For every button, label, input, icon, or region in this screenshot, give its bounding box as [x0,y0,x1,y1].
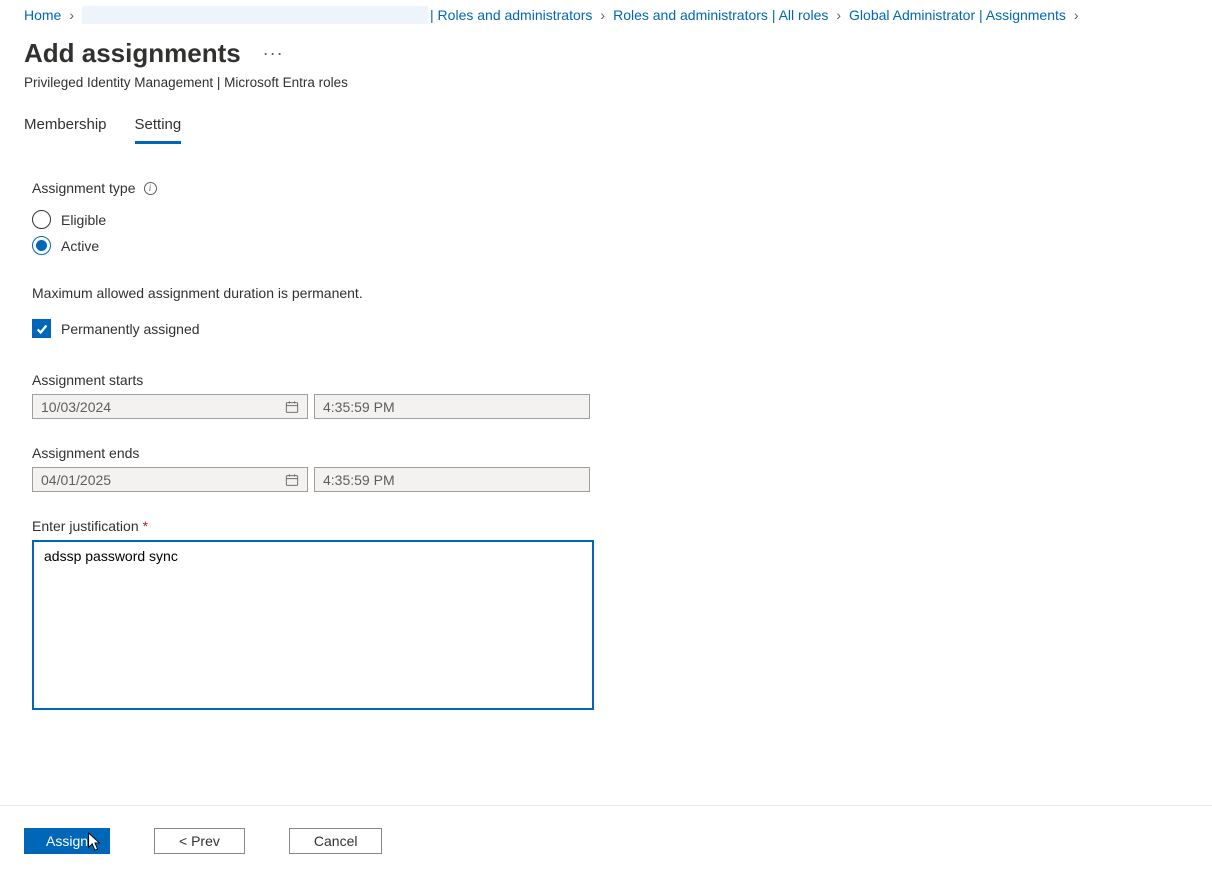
chevron-right-icon: › [836,7,841,23]
checkbox-icon [32,319,51,338]
assignment-starts-time-input[interactable]: 4:35:59 PM [314,394,590,419]
breadcrumb-global[interactable]: Global Administrator | Assignments [849,7,1066,23]
cancel-button[interactable]: Cancel [289,828,383,854]
page-subtitle: Privileged Identity Management | Microso… [0,75,1212,108]
assignment-ends-section: Assignment ends 04/01/2025 4:35:59 PM [32,445,1188,492]
radio-active-label: Active [61,238,99,254]
required-asterisk: * [143,518,148,534]
assignment-ends-time-value: 4:35:59 PM [323,472,395,488]
footer: Assign < Prev Cancel [0,805,1212,870]
justification-textarea[interactable] [32,540,594,710]
justification-label: Enter justification * [32,518,1188,534]
info-icon[interactable]: i [144,182,157,195]
assignment-type-label: Assignment type i [32,180,157,196]
assign-button[interactable]: Assign [24,828,110,854]
assignment-ends-date-input[interactable]: 04/01/2025 [32,467,308,492]
tabs: Membership Setting [0,108,1212,144]
justification-section: Enter justification * [32,518,1188,713]
assignment-starts-date-input[interactable]: 10/03/2024 [32,394,308,419]
radio-eligible[interactable]: Eligible [32,210,1188,229]
assignment-ends-label: Assignment ends [32,445,1188,461]
checkbox-permanent-label: Permanently assigned [61,321,200,337]
assignment-ends-date-value: 04/01/2025 [41,472,111,488]
page-title: Add assignments [24,38,241,69]
calendar-icon [285,473,299,487]
calendar-icon [285,400,299,414]
page-header: Add assignments ··· [0,26,1212,75]
radio-icon [32,236,51,255]
radio-active[interactable]: Active [32,236,1188,255]
radio-eligible-label: Eligible [61,212,106,228]
breadcrumb-roles1[interactable]: | Roles and administrators [430,7,592,23]
assignment-type-label-text: Assignment type [32,180,136,196]
justification-label-text: Enter justification [32,518,139,534]
form: Assignment type i Eligible Active Maximu… [0,180,1212,713]
prev-button[interactable]: < Prev [154,828,245,854]
chevron-right-icon: › [69,7,74,23]
chevron-right-icon: › [1074,7,1079,23]
assignment-starts-section: Assignment starts 10/03/2024 4:35:59 PM [32,372,1188,419]
radio-icon [32,210,51,229]
breadcrumb-home[interactable]: Home [24,7,61,23]
assignment-ends-time-input[interactable]: 4:35:59 PM [314,467,590,492]
chevron-right-icon: › [600,7,605,23]
breadcrumb-roles2[interactable]: Roles and administrators | All roles [613,7,828,23]
assignment-starts-date-value: 10/03/2024 [41,399,111,415]
more-actions-icon[interactable]: ··· [263,43,284,64]
breadcrumb-redacted [82,6,428,24]
assignment-starts-time-value: 4:35:59 PM [323,399,395,415]
checkbox-permanent[interactable]: Permanently assigned [32,319,1188,338]
tab-membership[interactable]: Membership [24,108,107,144]
assignment-starts-label: Assignment starts [32,372,1188,388]
duration-note: Maximum allowed assignment duration is p… [32,285,1188,301]
breadcrumb: Home › | Roles and administrators › Role… [0,0,1212,26]
tab-setting[interactable]: Setting [135,108,182,144]
